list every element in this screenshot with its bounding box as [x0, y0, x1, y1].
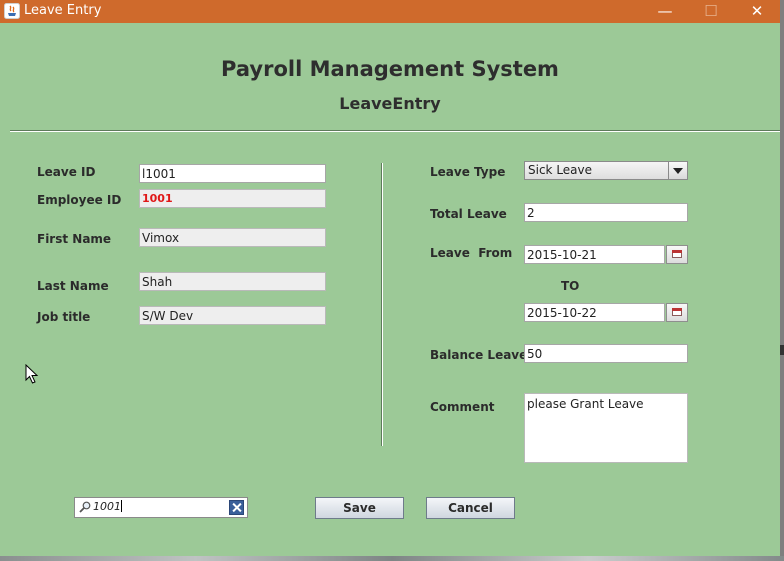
- cancel-button[interactable]: Cancel: [426, 497, 515, 519]
- leave-type-label: Leave Type: [430, 165, 506, 179]
- java-app-icon: [4, 3, 20, 19]
- first-name-field[interactable]: Vimox: [139, 228, 326, 247]
- comment-label: Comment: [430, 400, 495, 414]
- calendar-icon: [672, 308, 682, 316]
- desktop-background-strip: [0, 556, 784, 561]
- background-window-edge: [780, 345, 784, 355]
- comment-textarea[interactable]: please Grant Leave: [524, 393, 688, 463]
- leave-from-label: Leave From: [430, 246, 513, 260]
- job-title-label: Job title: [37, 310, 91, 324]
- first-name-label: First Name: [37, 232, 112, 246]
- page-subtitle: LeaveEntry: [339, 94, 441, 113]
- leave-to-calendar-button[interactable]: [666, 303, 688, 322]
- balance-leave-label: Balance Leave: [430, 348, 528, 362]
- search-input[interactable]: 1001: [93, 500, 122, 513]
- calendar-icon: [672, 250, 682, 258]
- chevron-down-icon[interactable]: [668, 162, 687, 179]
- leave-to-date-input[interactable]: 2015-10-22: [524, 303, 665, 322]
- leave-type-selected: Sick Leave: [528, 163, 593, 177]
- clear-icon[interactable]: [229, 500, 244, 515]
- maximize-button[interactable]: ☐: [688, 0, 734, 23]
- employee-id-field[interactable]: 1001: [139, 189, 326, 208]
- leave-entry-window: Leave Entry — ☐ ✕ Payroll Management Sys…: [0, 0, 780, 556]
- title-bar[interactable]: Leave Entry — ☐ ✕: [0, 0, 780, 23]
- horizontal-divider: [10, 130, 780, 132]
- save-button[interactable]: Save: [315, 497, 404, 519]
- leave-from-calendar-button[interactable]: [666, 245, 688, 264]
- last-name-field[interactable]: Shah: [139, 272, 326, 291]
- minimize-button[interactable]: —: [642, 0, 688, 23]
- leave-id-label: Leave ID: [37, 165, 96, 179]
- window-title: Leave Entry: [24, 3, 102, 18]
- total-leave-label: Total Leave: [430, 207, 507, 221]
- total-leave-input[interactable]: 2: [524, 203, 688, 222]
- balance-leave-input[interactable]: 50: [524, 344, 688, 363]
- last-name-label: Last Name: [37, 279, 109, 293]
- page-title: Payroll Management System: [221, 57, 559, 81]
- search-icon: [79, 501, 91, 513]
- search-field[interactable]: 1001: [74, 497, 248, 518]
- employee-id-label: Employee ID: [37, 193, 122, 207]
- leave-from-date-input[interactable]: 2015-10-21: [524, 245, 665, 264]
- search-value: 1001: [93, 500, 121, 513]
- close-button[interactable]: ✕: [734, 0, 780, 23]
- to-label: TO: [561, 279, 580, 293]
- mouse-pointer-icon: [25, 364, 39, 384]
- leave-id-input[interactable]: l1001: [139, 164, 326, 183]
- text-caret: [121, 500, 122, 512]
- vertical-divider: [381, 163, 383, 446]
- job-title-field[interactable]: S/W Dev: [139, 306, 326, 325]
- leave-type-select[interactable]: Sick Leave: [524, 161, 688, 180]
